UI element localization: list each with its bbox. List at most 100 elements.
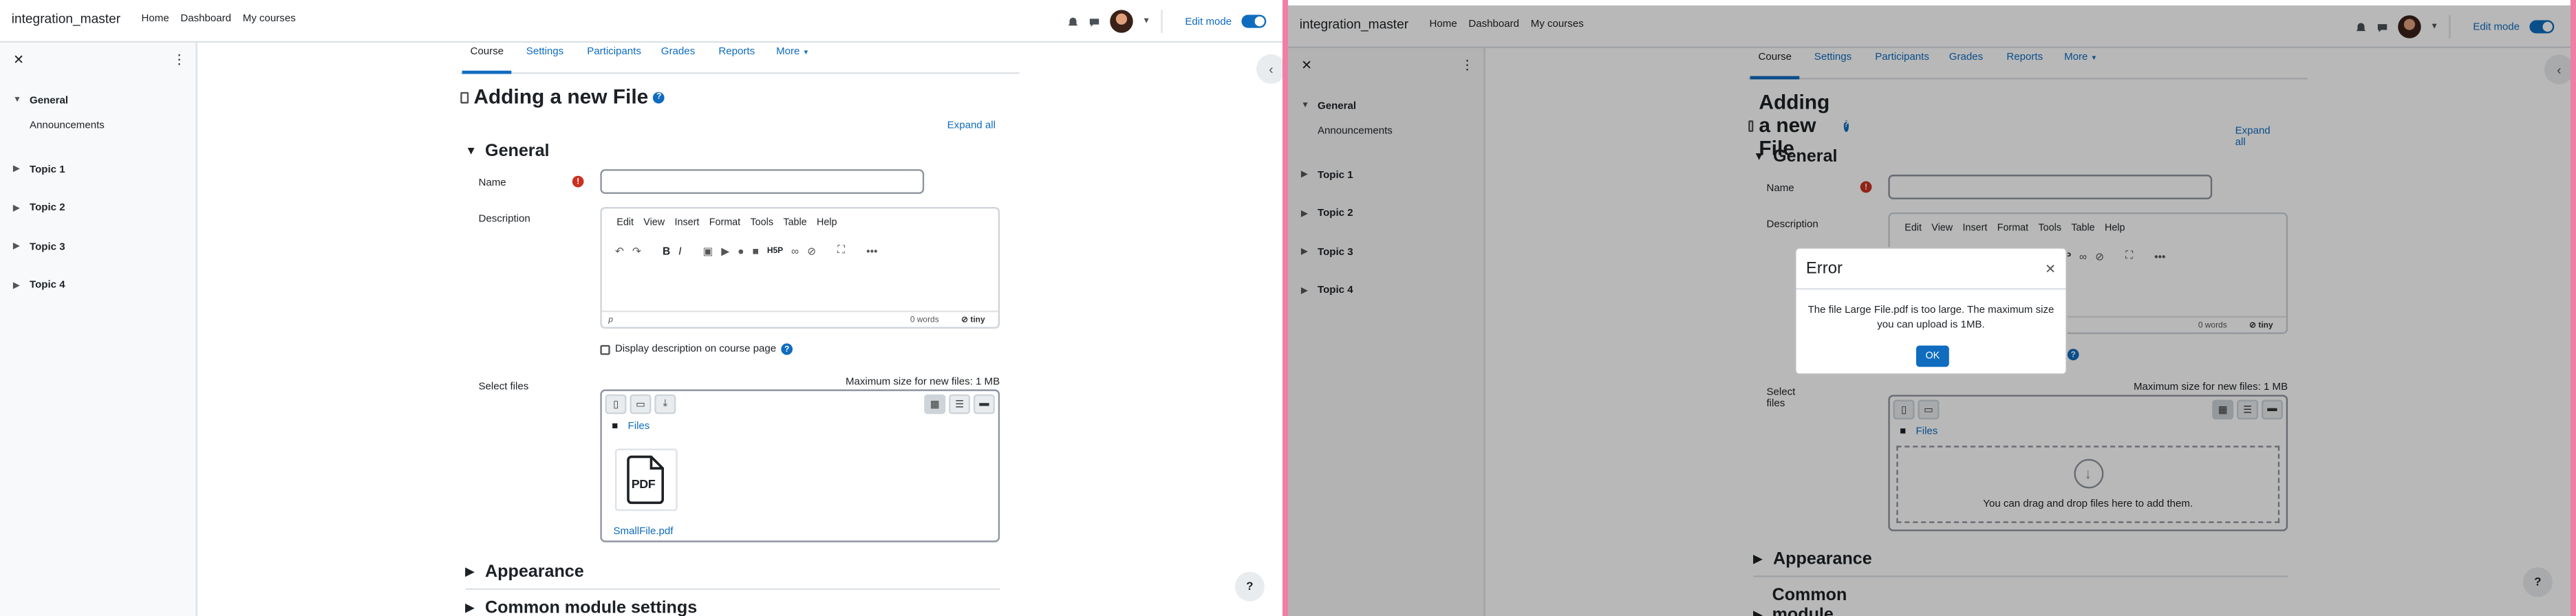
course-index: ▼ General Announcements ▶ Topic 1 ▶ Topic 2…	[13, 92, 105, 316]
secondary-nav: Course Settings Participants Grades Repo…	[460, 43, 1020, 74]
tab-reports[interactable]: Reports	[718, 46, 755, 58]
drawer-section-topic-1[interactable]: ▶ Topic 1	[13, 161, 105, 177]
folder-icon: ■	[612, 420, 619, 432]
display-description-label: Display description on course page	[614, 343, 777, 355]
section-common-settings-header[interactable]: ▶ Common module settings	[465, 598, 697, 616]
help-button[interactable]: ?	[1234, 571, 1265, 602]
view-list-icon[interactable]: ☰	[949, 394, 971, 415]
image-icon[interactable]: ▣	[703, 245, 713, 258]
tab-course[interactable]: Course	[471, 46, 504, 58]
name-input[interactable]	[600, 169, 925, 195]
more-icon[interactable]: •••	[866, 245, 877, 257]
description-editor: Edit View Insert Format Tools Table Help…	[600, 207, 1000, 329]
left-screen: integration_master Home Dashboard My cou…	[0, 0, 1282, 616]
expand-all-link[interactable]: Expand all	[947, 120, 996, 131]
editor-statusbar: p 0 words ⊘ tiny	[601, 310, 998, 327]
chevron-right-icon[interactable]: ▶	[465, 602, 475, 615]
tab-settings[interactable]: Settings	[526, 46, 564, 58]
tab-more[interactable]: More ▼	[776, 46, 809, 58]
media-icon[interactable]: ▶	[721, 245, 729, 258]
display-description-row: Display description on course page ?	[600, 343, 793, 355]
italic-icon[interactable]: I	[678, 245, 681, 257]
files-path-link[interactable]: Files	[628, 421, 650, 432]
chevron-right-icon[interactable]: ▶	[465, 565, 475, 579]
editor-menubar: Edit View Insert Format Tools Table Help	[616, 219, 837, 228]
menu-view[interactable]: View	[643, 219, 665, 228]
tab-participants[interactable]: Participants	[587, 46, 641, 58]
editor-toolbar: ↶ ↷ B I ▣ ▶ ● ■ H5P ∞ ⊘ ⛶ •••	[615, 245, 878, 258]
help-icon[interactable]: ?	[781, 343, 793, 355]
chevron-down-icon[interactable]: ▼	[13, 96, 23, 105]
active-tab-indicator	[462, 70, 512, 74]
pdf-label: PDF	[631, 476, 656, 492]
drawer-item-announcements[interactable]: Announcements	[13, 120, 105, 133]
chevron-right-icon[interactable]: ▶	[13, 280, 23, 289]
chevron-down-icon[interactable]: ▼	[1142, 16, 1150, 26]
menu-table[interactable]: Table	[783, 219, 806, 228]
chevron-right-icon[interactable]: ▶	[13, 241, 23, 251]
chat-bubble-icon[interactable]	[1088, 16, 1099, 28]
drawer-section-topic-2[interactable]: ▶ Topic 2	[13, 199, 105, 216]
max-size-text: Maximum size for new files: 1 MB	[845, 376, 1000, 388]
file-name-link[interactable]: SmallFile.pdf	[613, 526, 673, 538]
divider	[465, 588, 1000, 591]
menu-insert[interactable]: Insert	[674, 219, 699, 228]
view-icons-icon[interactable]: ▦	[924, 394, 946, 415]
file-manager-toolbar: ▯ ▭ ⤓ ▦ ☰ ▬	[605, 394, 995, 416]
drawer-section-topic-4[interactable]: ▶ Topic 4	[13, 277, 105, 294]
display-description-checkbox[interactable]	[600, 344, 610, 355]
unlink-icon[interactable]: ⊘	[807, 245, 816, 258]
edit-mode-toggle[interactable]	[1241, 14, 1267, 28]
right-screen: integration_master Home Dashboard My cou…	[1288, 0, 2570, 616]
drawer-section-topic-3[interactable]: ▶ Topic 3	[13, 239, 105, 255]
section-appearance-header[interactable]: ▶ Appearance	[465, 562, 583, 582]
menu-format[interactable]: Format	[709, 219, 740, 228]
nav-right: ▼ Edit mode	[1066, 10, 1267, 33]
redo-icon[interactable]: ↷	[632, 245, 641, 258]
element-path: p	[608, 315, 613, 326]
menu-edit[interactable]: Edit	[616, 219, 634, 228]
dialog-title: Error	[1805, 260, 1843, 278]
add-file-icon[interactable]: ▯	[605, 394, 627, 415]
chevron-down-icon[interactable]: ▼	[465, 146, 477, 157]
link-icon[interactable]: ∞	[791, 245, 799, 257]
nav-dashboard[interactable]: Dashboard	[180, 13, 231, 25]
menu-tools[interactable]: Tools	[751, 219, 773, 228]
edit-mode-label: Edit mode	[1185, 15, 1232, 28]
fullscreen-icon[interactable]: ⛶	[837, 245, 845, 258]
pdf-file-icon[interactable]: PDF	[614, 448, 678, 512]
close-icon[interactable]: ✕	[13, 52, 24, 67]
bold-icon[interactable]: B	[663, 245, 670, 257]
section-general-header[interactable]: ▼ General	[465, 142, 549, 162]
help-icon[interactable]: ?	[653, 91, 665, 103]
chevron-right-icon[interactable]: ▶	[13, 203, 23, 212]
microphone-icon[interactable]: ●	[738, 245, 744, 257]
create-folder-icon[interactable]: ▭	[630, 394, 652, 415]
ok-button[interactable]: OK	[1915, 345, 1949, 367]
view-tree-icon[interactable]: ▬	[973, 394, 995, 415]
primary-nav: Home Dashboard My courses	[142, 13, 296, 25]
tab-grades[interactable]: Grades	[661, 46, 695, 58]
error-dialog: Error ✕ The file Large File.pdf is too l…	[1794, 247, 2068, 375]
nav-my-courses[interactable]: My courses	[243, 13, 296, 25]
page-title: Adding a new File ?	[460, 85, 665, 109]
drawer-section-general[interactable]: ▼ General	[13, 92, 105, 109]
file-path: ■ Files	[612, 421, 650, 432]
undo-icon[interactable]: ↶	[615, 245, 624, 258]
bell-icon[interactable]	[1066, 16, 1078, 28]
file-icon	[460, 91, 469, 103]
chevron-down-icon: ▼	[802, 47, 810, 56]
download-icon[interactable]: ⤓	[654, 394, 676, 415]
menu-help[interactable]: Help	[817, 219, 837, 228]
chevron-left-icon[interactable]: ‹	[1256, 54, 1282, 84]
chevron-right-icon[interactable]: ▶	[13, 164, 23, 174]
nav-home[interactable]: Home	[142, 13, 169, 25]
close-icon[interactable]: ✕	[2045, 262, 2056, 277]
site-name[interactable]: integration_master	[12, 12, 120, 27]
navbar: integration_master Home Dashboard My cou…	[0, 0, 1282, 43]
h5p-icon[interactable]: H5P	[767, 247, 783, 256]
kebab-menu-icon[interactable]: ⋮	[173, 52, 186, 67]
video-camera-icon[interactable]: ■	[752, 245, 758, 257]
avatar[interactable]	[1109, 10, 1133, 33]
description-label: Description	[478, 213, 530, 226]
